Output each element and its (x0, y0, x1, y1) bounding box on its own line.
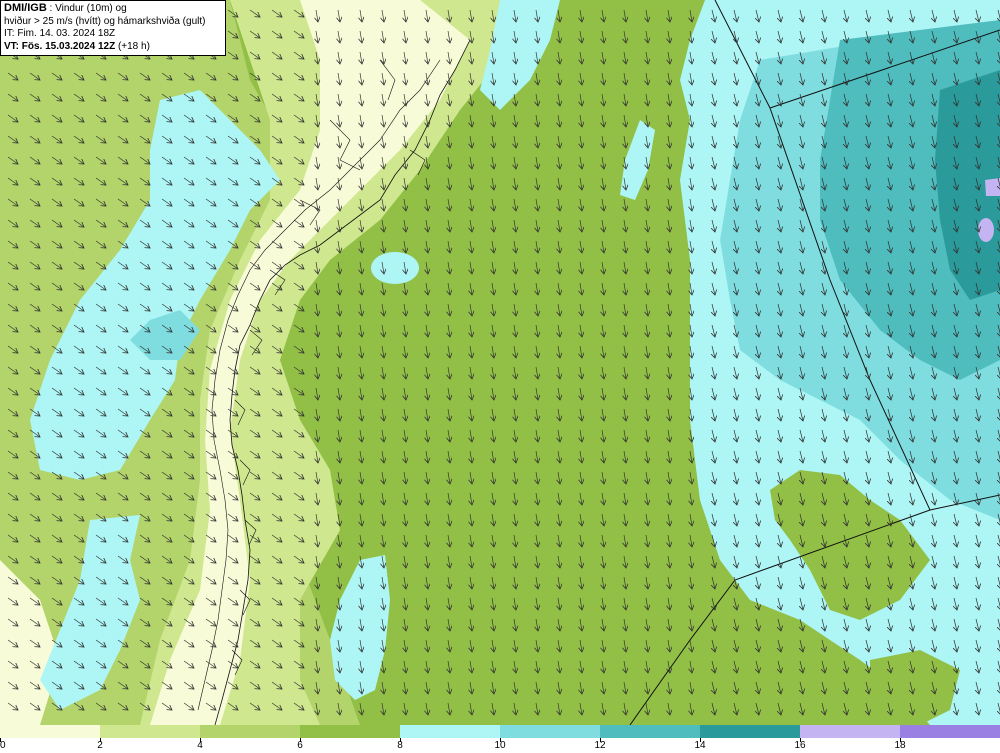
weather-map-view: DMI/IGB : Vindur (10m) og hviður > 25 m/… (0, 0, 1000, 753)
legend-tick-label: 14 (694, 740, 706, 751)
legend-tick-label: 4 (197, 740, 203, 751)
legend-tick-label: 10 (494, 740, 506, 751)
legend-swatch (600, 725, 701, 738)
valid-time: VT: Fös. 15.03.2024 12Z (4, 40, 116, 52)
legend-tick-label: 2 (97, 740, 103, 751)
source-label: DMI/IGB (4, 2, 47, 14)
legend-swatch (0, 725, 101, 738)
title-rest: : Vindur (10m) og (46, 3, 127, 14)
wind-field-8-10-east-island (838, 630, 882, 650)
legend-tick-label: 16 (794, 740, 806, 751)
legend-tick-label: 0 (0, 740, 6, 751)
wind-field-16-18-east-2 (978, 218, 994, 242)
legend-swatch (300, 725, 401, 738)
issue-time: IT: Fim. 14. 03. 2024 18Z (4, 28, 116, 39)
map-info-box: DMI/IGB : Vindur (10m) og hviður > 25 m/… (0, 0, 226, 56)
color-legend: 0 2 4 6 8 10 12 14 16 18 (0, 725, 1000, 753)
wind-field-8-10-east-island-2 (901, 623, 929, 641)
legend-swatch (700, 725, 801, 738)
wind-field-16-18-east (985, 178, 1000, 196)
legend-swatch (900, 725, 1000, 738)
legend-swatch (800, 725, 901, 738)
legend-swatch (100, 725, 201, 738)
wind-map (0, 0, 1000, 725)
lead-time: (+18 h) (115, 40, 150, 52)
legend-tick-label: 12 (594, 740, 606, 751)
subtitle: hviður > 25 m/s (hvítt) og hámarkshviða … (4, 15, 206, 27)
legend-tick-label: 6 (297, 740, 303, 751)
legend-swatch (200, 725, 301, 738)
legend-tick-label: 18 (894, 740, 906, 751)
legend-swatch (400, 725, 501, 738)
wind-field-8-10-island (371, 252, 419, 284)
legend-swatch (500, 725, 601, 738)
legend-tick-label: 8 (397, 740, 403, 751)
